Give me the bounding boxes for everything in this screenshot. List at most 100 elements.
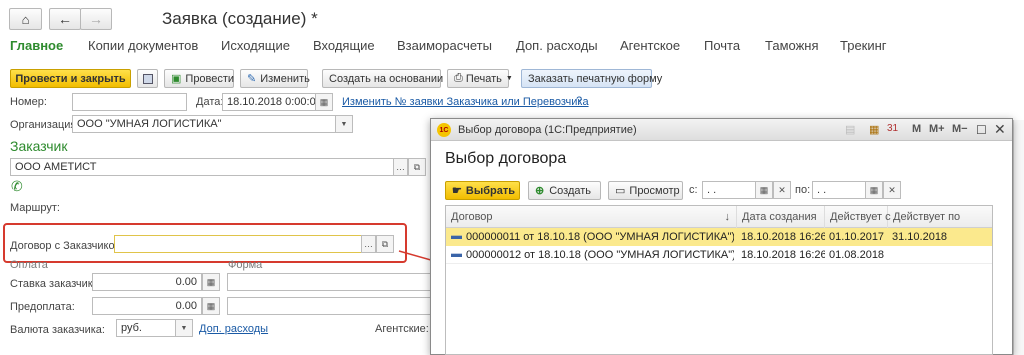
tab-settlements[interactable]: Взаиморасчеты — [397, 38, 492, 53]
window-title: Заявка (создание) * — [162, 9, 318, 28]
dropdown-arrow-icon: ▼ — [505, 75, 513, 82]
tab-mail[interactable]: Почта — [704, 38, 740, 53]
row-icon: ▬ — [451, 230, 462, 242]
select-contract-dialog: 1C Выбор договора (1С:Предприятие) ▤ ▦ 3… — [430, 118, 1013, 355]
rate-form-field[interactable] — [227, 273, 432, 291]
organization-field[interactable]: ООО "УМНАЯ ЛОГИСТИКА" — [72, 115, 336, 133]
valid-from-cell: 01.10.2017 — [829, 231, 885, 243]
date-field[interactable]: 18.10.2018 0:00:00 — [222, 93, 316, 111]
to-clear-button[interactable]: ✕ — [883, 181, 901, 199]
view-icon: ▭ — [615, 185, 626, 197]
sort-down-icon: ↓ — [724, 211, 731, 223]
prepayment-label: Предоплата: — [10, 301, 75, 313]
memory-mminus-button[interactable]: M− — [952, 123, 968, 135]
titlebar-calendar-icon[interactable]: 31 — [887, 123, 898, 134]
contracts-table: Договор ↓ Дата создания Действует с Дейст… — [445, 205, 993, 355]
column-header-valid-to[interactable]: Действует по — [888, 206, 992, 228]
phone-icon[interactable]: ✆ — [11, 178, 23, 195]
memory-m-button[interactable]: M — [912, 123, 921, 135]
customer-section-header: Заказчик — [10, 138, 68, 154]
contract-field[interactable] — [114, 235, 362, 253]
tab-document-copies[interactable]: Копии документов — [88, 38, 198, 53]
currency-field[interactable]: руб. — [116, 319, 176, 337]
contract-open-button[interactable]: ⧉ — [376, 235, 394, 253]
number-field[interactable] — [72, 93, 187, 111]
table-header: Договор ↓ Дата создания Действует с Дейст… — [446, 206, 992, 228]
row-icon: ▬ — [451, 248, 462, 260]
table-row[interactable]: ▬ 000000011 от 18.10.18 (ООО "УМНАЯ ЛОГИ… — [446, 228, 992, 246]
created-cell: 18.10.2018 16:26... — [741, 231, 825, 243]
maximize-button[interactable]: ☐ — [976, 123, 987, 137]
post-and-close-button[interactable]: Провести и закрыть — [10, 69, 131, 88]
dropdown-arrow-icon: ▼ — [340, 120, 348, 128]
prepayment-calc-button[interactable]: ▦ — [202, 297, 220, 315]
from-label: с: — [689, 184, 698, 196]
memory-mplus-button[interactable]: M+ — [929, 123, 945, 135]
column-header-valid-from[interactable]: Действует с — [825, 206, 891, 228]
number-label: Номер: — [10, 96, 47, 108]
post-document-icon: ▣ — [171, 73, 182, 85]
floppy-disk-icon — [142, 73, 153, 84]
printer-icon: ⎙ — [454, 72, 463, 84]
edit-icon: ✎ — [247, 73, 257, 85]
change-request-number-link[interactable]: Изменить № заявки Заказчика или Перевозч… — [342, 96, 589, 108]
titlebar-calculator-icon[interactable]: ▦ — [869, 123, 879, 136]
from-date-field[interactable]: . . — [702, 181, 756, 199]
create-button[interactable]: ⊕ Создать — [528, 181, 601, 200]
tab-tracking[interactable]: Трекинг — [840, 38, 887, 53]
customer-open-button[interactable]: ⧉ — [408, 158, 426, 176]
order-print-form-button[interactable]: Заказать печатную форму — [521, 69, 662, 88]
organization-dropdown-button[interactable]: ▼ — [335, 115, 353, 133]
view-button[interactable]: ▭ Просмотр — [608, 181, 683, 200]
valid-from-cell: 01.08.2018 — [829, 249, 885, 261]
tab-extra-expenses[interactable]: Доп. расходы — [516, 38, 598, 53]
tab-incoming[interactable]: Входящие — [313, 38, 375, 53]
customer-field[interactable]: ООО АМЕТИСТ — [10, 158, 407, 176]
print-button[interactable]: ⎙ Печать ▼ — [447, 69, 513, 88]
tab-main[interactable]: Главное — [10, 38, 63, 53]
calendar-icon: ▦ — [869, 184, 879, 195]
column-header-contract[interactable]: Договор ↓ — [446, 206, 737, 228]
tab-agency[interactable]: Агентское — [620, 38, 680, 53]
app-logo-icon: 1C — [437, 123, 451, 137]
select-hand-icon: ☛ — [452, 185, 462, 197]
select-button[interactable]: ☛ Выбрать — [445, 181, 520, 200]
contract-select-button[interactable]: … — [361, 235, 376, 253]
date-label: Дата: — [196, 96, 224, 108]
titlebar-copy-icon[interactable]: ▤ — [845, 123, 855, 136]
customer-select-button[interactable]: … — [393, 158, 408, 176]
prepayment-form-field[interactable] — [227, 297, 432, 315]
rate-label: Ставка заказчику: — [10, 278, 102, 290]
tab-customs[interactable]: Таможня — [765, 38, 819, 53]
rate-field[interactable]: 0.00 — [92, 273, 202, 291]
clear-icon: ✕ — [778, 184, 786, 195]
background-panel-edge — [1013, 120, 1024, 355]
from-calendar-button[interactable]: ▦ — [755, 181, 773, 199]
dropdown-arrow-icon: ▼ — [180, 324, 188, 332]
column-header-created[interactable]: Дата создания — [737, 206, 825, 228]
form-section-header: Форма — [228, 259, 263, 271]
rate-calc-button[interactable]: ▦ — [202, 273, 220, 291]
post-button[interactable]: ▣ Провести — [164, 69, 234, 88]
from-clear-button[interactable]: ✕ — [773, 181, 791, 199]
forward-button[interactable]: → — [80, 8, 112, 30]
help-link[interactable]: ? — [576, 95, 582, 107]
forward-arrow-icon: → — [89, 11, 103, 27]
save-button[interactable] — [137, 69, 158, 88]
calendar-button[interactable]: ▦ — [315, 93, 333, 111]
table-row[interactable]: ▬ 000000012 от 18.10.18 (ООО "УМНАЯ ЛОГИ… — [446, 246, 992, 264]
edit-button[interactable]: ✎ Изменить — [240, 69, 310, 88]
create-based-on-button[interactable]: Создать на основании▼ — [322, 69, 454, 88]
to-calendar-button[interactable]: ▦ — [865, 181, 883, 199]
close-button[interactable]: ✕ — [994, 121, 1006, 138]
home-button[interactable]: ⌂ — [9, 8, 42, 30]
currency-dropdown-button[interactable]: ▼ — [175, 319, 193, 337]
open-icon: ⧉ — [381, 238, 389, 249]
back-button[interactable]: ← — [49, 8, 81, 30]
home-icon: ⌂ — [21, 11, 30, 27]
calculator-icon: ▦ — [206, 276, 216, 287]
prepayment-field[interactable]: 0.00 — [92, 297, 202, 315]
to-date-field[interactable]: . . — [812, 181, 866, 199]
tab-outgoing[interactable]: Исходящие — [221, 38, 290, 53]
extra-expenses-link[interactable]: Доп. расходы — [199, 323, 268, 335]
